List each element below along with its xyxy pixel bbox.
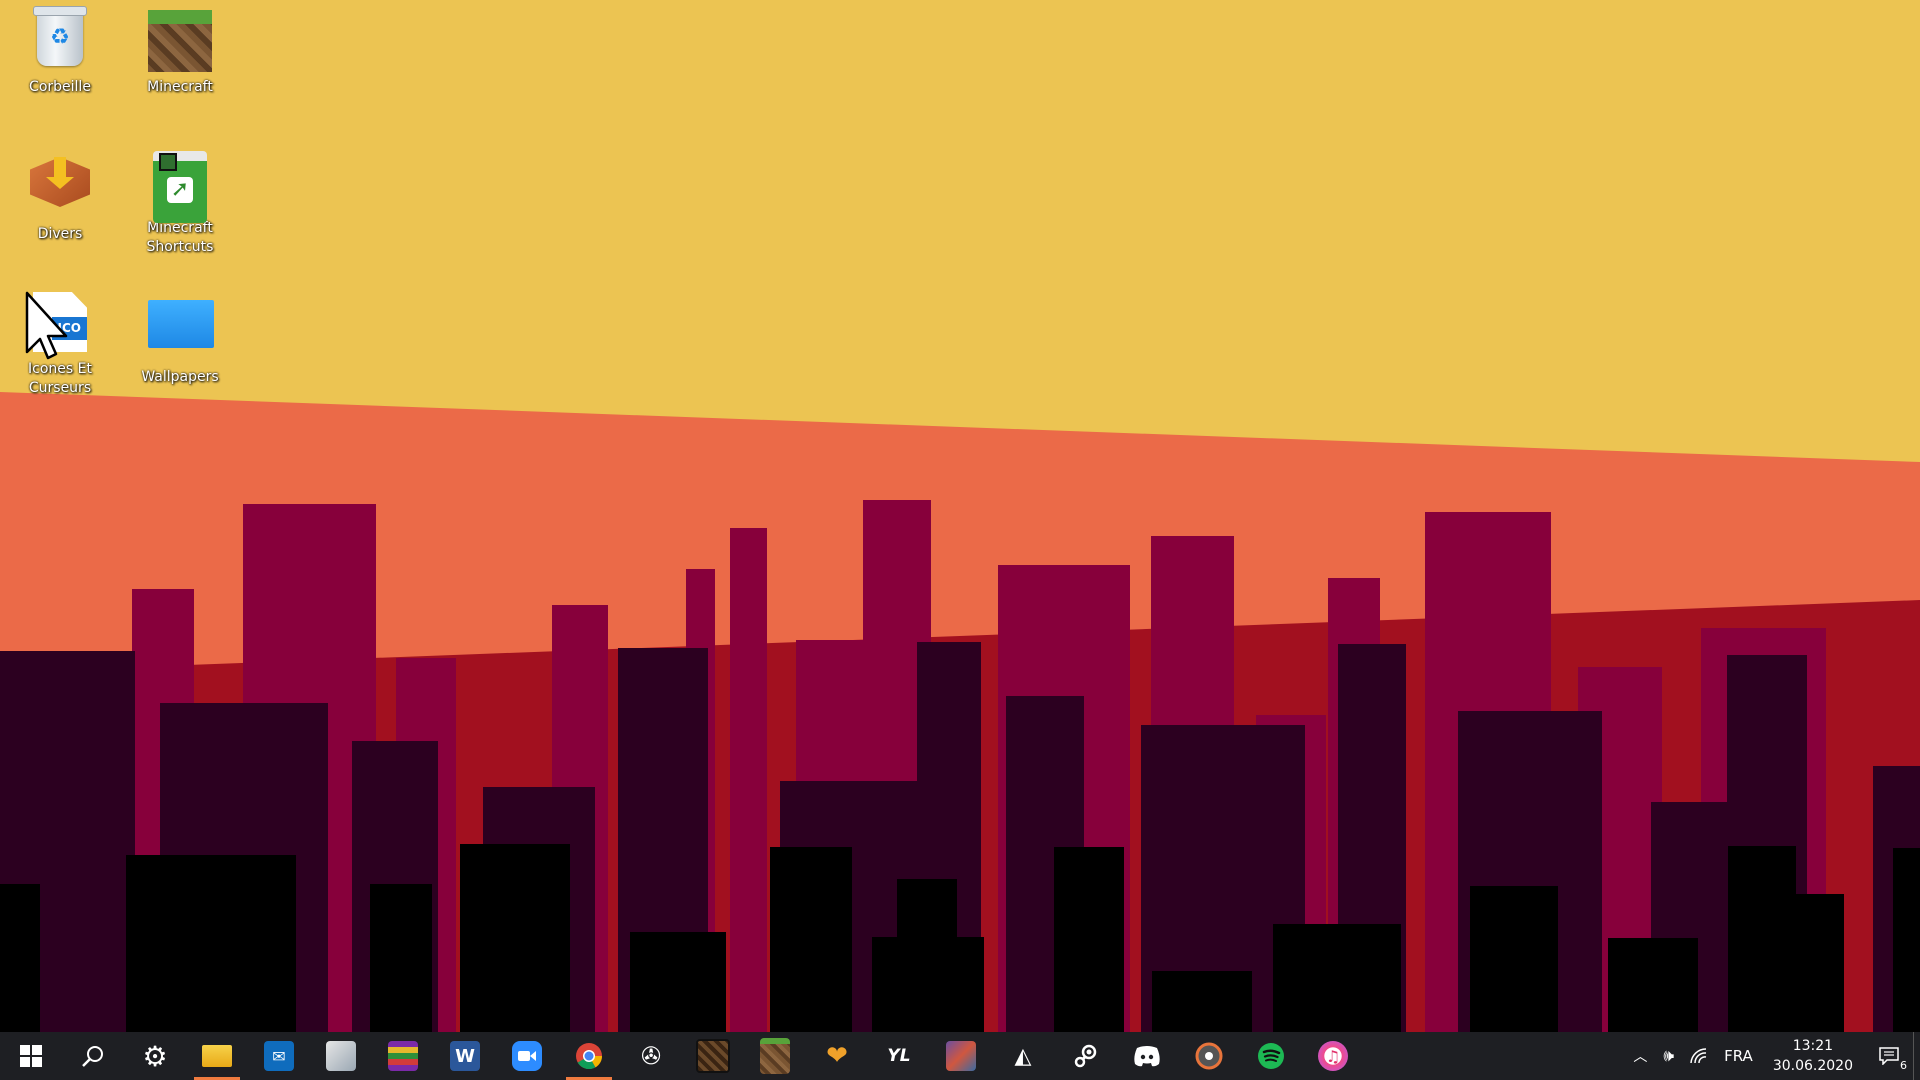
wifi-icon	[1690, 1048, 1707, 1064]
taskbar-app-game-art[interactable]	[930, 1032, 992, 1080]
yl-logo-icon: YL	[887, 1046, 911, 1066]
taskbar-app-groove[interactable]	[1178, 1032, 1240, 1080]
half-heart-icon: ❤	[826, 1041, 848, 1071]
taskbar-app-word[interactable]: W	[434, 1032, 496, 1080]
clock-time: 13:21	[1792, 1038, 1834, 1054]
taskbar-app-ylands[interactable]: YL	[868, 1032, 930, 1080]
folder-icon	[202, 1045, 232, 1067]
game-art-icon	[946, 1041, 976, 1071]
recycle-bin-icon: ♻	[28, 6, 92, 74]
taskbar-app-chrome[interactable]	[558, 1032, 620, 1080]
dark-block-icon	[696, 1039, 730, 1073]
taskbar-app-itunes[interactable]: ♫	[1302, 1032, 1364, 1080]
music-disc-icon	[1195, 1042, 1223, 1070]
winrar-icon	[388, 1041, 418, 1071]
mail-icon: ✉	[264, 1041, 294, 1071]
steam-icon	[1074, 1044, 1097, 1068]
triskelion-icon: ✇	[640, 1042, 662, 1070]
chrome-icon	[576, 1043, 603, 1070]
taskbar-app-heart[interactable]: ❤	[806, 1032, 868, 1080]
taskbar: ⚙ ✉ W ✇ ❤ YL ◭ ♫ ︿ 🕪 FRA 13:21 30.06.202…	[0, 1032, 1920, 1080]
minecraft-grass-block-icon	[148, 10, 212, 74]
taskbar-app-settings[interactable]: ⚙	[124, 1032, 186, 1080]
chevron-up-icon: ︿	[1633, 1049, 1648, 1065]
desktop-icon-label: Wallpapers	[141, 369, 219, 385]
volume-button[interactable]: 🕪	[1655, 1032, 1682, 1080]
desktop-icon-label: Icones Et Curseurs	[28, 361, 92, 396]
desktop-icon-minecraft[interactable]: Minecraft	[124, 4, 236, 97]
taskbar-app-spotify[interactable]	[1240, 1032, 1302, 1080]
language-label: FRA	[1724, 1047, 1753, 1065]
package-box-icon	[28, 157, 92, 221]
clock[interactable]: 13:21 30.06.2020	[1761, 1032, 1865, 1080]
show-hidden-icons-button[interactable]: ︿	[1625, 1032, 1655, 1080]
taskbar-app-discord[interactable]	[1116, 1032, 1178, 1080]
desktop-icon-label: Minecraft	[147, 79, 213, 95]
taskbar-app-file-explorer[interactable]	[186, 1032, 248, 1080]
cityscape-wallpaper	[0, 0, 1920, 1032]
taskbar-app-mail[interactable]: ✉	[248, 1032, 310, 1080]
start-button[interactable]	[0, 1032, 62, 1080]
shortcut-folder-icon: ➚	[148, 151, 212, 223]
taskbar-app-steam[interactable]	[1054, 1032, 1116, 1080]
desktop-icon-icones-et-curseurs[interactable]: ICO Icones Et Curseurs	[4, 286, 116, 398]
photo-viewer-icon	[326, 1041, 356, 1071]
blue-folder-icon	[148, 300, 214, 364]
taskbar-app-minecraft[interactable]	[744, 1032, 806, 1080]
desktop-icon-label: Minecraft Shortcuts	[146, 220, 214, 255]
spotify-icon	[1258, 1043, 1284, 1069]
language-indicator[interactable]: FRA	[1716, 1032, 1761, 1080]
search-button[interactable]	[62, 1032, 124, 1080]
desktop-icon-label: Corbeille	[29, 79, 91, 95]
search-icon	[82, 1046, 103, 1067]
network-button[interactable]	[1682, 1032, 1716, 1080]
itunes-icon: ♫	[1318, 1041, 1348, 1071]
desktop-icon-minecraft-shortcuts[interactable]: ➚ Minecraft Shortcuts	[124, 145, 236, 257]
taskbar-app-winrar[interactable]	[372, 1032, 434, 1080]
action-center-button[interactable]: 6	[1865, 1032, 1913, 1080]
gear-icon: ⚙	[142, 1039, 168, 1073]
taskbar-app-zoom[interactable]	[496, 1032, 558, 1080]
desktop-icon-label: Divers	[37, 226, 83, 242]
unity-icon: ◭	[1014, 1043, 1032, 1069]
system-tray: ︿ 🕪 FRA 13:21 30.06.2020 6	[1625, 1032, 1920, 1080]
clock-date: 30.06.2020	[1772, 1058, 1853, 1074]
mouse-cursor-icon	[25, 291, 68, 360]
notification-icon	[1879, 1047, 1899, 1065]
taskbar-app-minecraft-dungeons[interactable]	[682, 1032, 744, 1080]
desktop: ♻ Corbeille Minecraft Divers ➚ Minecraft…	[0, 0, 1920, 1032]
taskbar-app-unity[interactable]: ◭	[992, 1032, 1054, 1080]
grass-block-icon	[760, 1038, 790, 1074]
zoom-camera-icon	[512, 1041, 542, 1071]
notification-count-badge: 6	[1900, 1059, 1907, 1072]
taskbar-app-triskelion[interactable]: ✇	[620, 1032, 682, 1080]
speaker-icon: 🕪	[1663, 1046, 1675, 1066]
desktop-icon-divers[interactable]: Divers	[4, 145, 116, 244]
show-desktop-button[interactable]	[1913, 1032, 1920, 1080]
desktop-icon-wallpapers[interactable]: Wallpapers	[124, 286, 236, 387]
taskbar-app-photos[interactable]	[310, 1032, 372, 1080]
desktop-icon-corbeille[interactable]: ♻ Corbeille	[4, 4, 116, 97]
discord-icon	[1134, 1046, 1160, 1067]
word-icon: W	[450, 1041, 480, 1071]
windows-logo-icon	[20, 1045, 42, 1067]
